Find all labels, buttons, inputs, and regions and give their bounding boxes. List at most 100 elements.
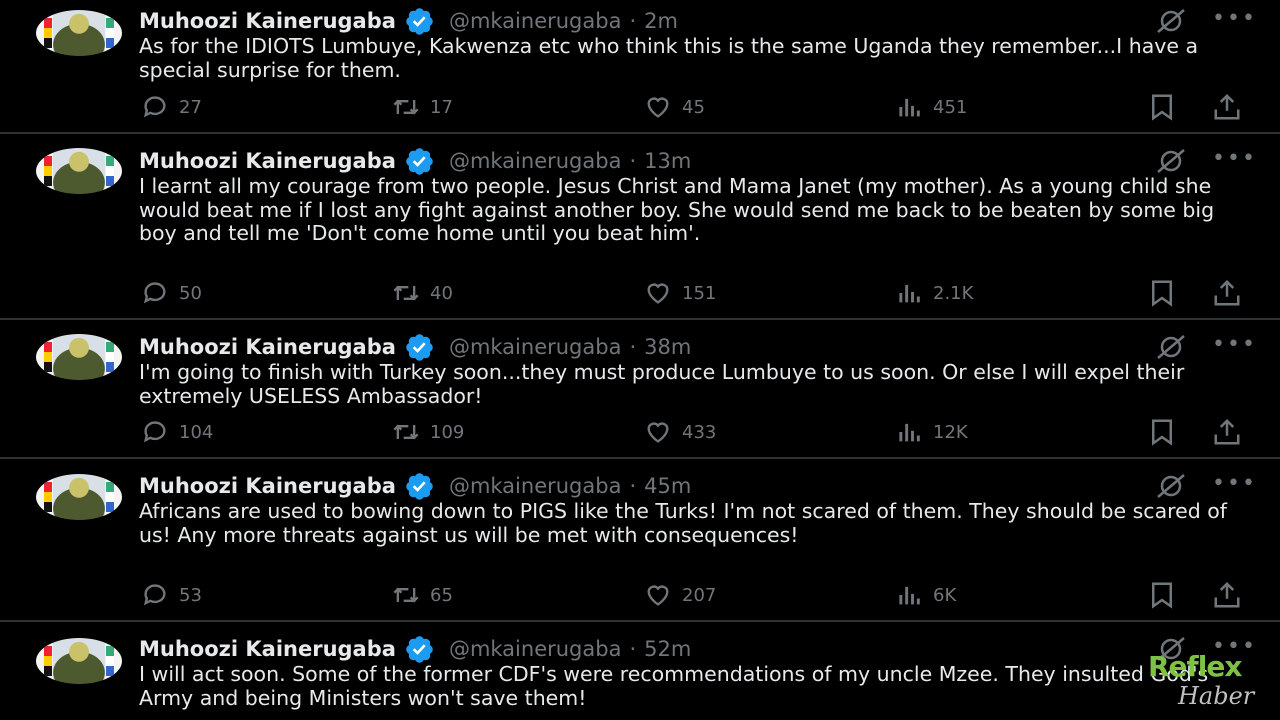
grok-icon[interactable] — [1154, 8, 1188, 34]
reply-count: 27 — [179, 96, 202, 118]
views-icon — [899, 98, 920, 117]
grok-icon[interactable] — [1154, 148, 1188, 174]
retweet-button[interactable]: 40 — [392, 279, 453, 307]
like-button[interactable]: 45 — [644, 93, 705, 121]
author-name[interactable]: Muhoozi Kainerugaba — [139, 335, 396, 359]
author-handle[interactable]: @mkainerugaba — [449, 637, 622, 661]
retweet-icon — [393, 587, 419, 603]
like-count: 433 — [682, 421, 717, 443]
reply-icon — [143, 584, 166, 606]
author-handle[interactable]: @mkainerugaba — [449, 335, 622, 359]
bookmark-icon — [1152, 582, 1172, 609]
views-icon — [899, 586, 920, 605]
bookmark-button[interactable] — [1147, 417, 1177, 447]
avatar[interactable] — [36, 148, 122, 194]
tweet-feed: Muhoozi Kainerugaba @mkainerugaba · 2m •… — [0, 0, 1280, 720]
tweet-actions: 27 17 45 451 — [0, 93, 1280, 121]
author-handle[interactable]: @mkainerugaba — [449, 149, 622, 173]
avatar[interactable] — [36, 474, 122, 520]
tweet[interactable]: Muhoozi Kainerugaba @mkainerugaba · 52m … — [0, 622, 1280, 720]
tweet-actions: 50 40 151 2.1K — [0, 279, 1280, 307]
retweet-count: 109 — [430, 421, 465, 443]
views-count: 12K — [933, 421, 968, 443]
tweet-text: As for the IDIOTS Lumbuye, Kakwenza etc … — [139, 34, 1199, 82]
views-button[interactable]: 2.1K — [895, 279, 973, 307]
author-name[interactable]: Muhoozi Kainerugaba — [139, 149, 396, 173]
like-count: 207 — [682, 584, 717, 606]
views-count: 2.1K — [933, 282, 974, 304]
timestamp[interactable]: 38m — [644, 335, 691, 359]
timestamp[interactable]: 52m — [644, 637, 691, 661]
like-button[interactable]: 207 — [644, 581, 716, 609]
share-button[interactable] — [1212, 580, 1242, 610]
timestamp[interactable]: 45m — [644, 474, 691, 498]
like-button[interactable]: 433 — [644, 418, 716, 446]
tweet[interactable]: Muhoozi Kainerugaba @mkainerugaba · 45m … — [0, 459, 1280, 622]
reply-button[interactable]: 27 — [141, 93, 202, 121]
tweet-header: Muhoozi Kainerugaba @mkainerugaba · 13m — [139, 146, 691, 176]
reply-button[interactable]: 50 — [141, 279, 202, 307]
retweet-count: 65 — [430, 584, 453, 606]
reply-icon — [143, 282, 166, 304]
grok-icon[interactable] — [1154, 334, 1188, 360]
retweet-button[interactable]: 109 — [392, 418, 464, 446]
bookmark-icon — [1152, 94, 1172, 121]
share-button[interactable] — [1212, 92, 1242, 122]
views-button[interactable]: 451 — [895, 93, 967, 121]
author-handle[interactable]: @mkainerugaba — [449, 9, 622, 33]
tweet-header: Muhoozi Kainerugaba @mkainerugaba · 2m — [139, 6, 678, 36]
watermark-line2: Haber — [1178, 682, 1255, 710]
views-icon — [899, 423, 920, 442]
retweet-icon — [393, 99, 419, 115]
separator: · — [629, 335, 637, 359]
bookmark-button[interactable] — [1147, 580, 1177, 610]
author-name[interactable]: Muhoozi Kainerugaba — [139, 9, 396, 33]
bookmark-button[interactable] — [1147, 278, 1177, 308]
avatar[interactable] — [36, 334, 122, 380]
more-icon[interactable]: ••• — [1212, 8, 1255, 32]
separator: · — [629, 637, 637, 661]
author-name[interactable]: Muhoozi Kainerugaba — [139, 474, 396, 498]
retweet-button[interactable]: 65 — [392, 581, 453, 609]
views-button[interactable]: 12K — [895, 418, 968, 446]
retweet-count: 17 — [430, 96, 453, 118]
watermark-line1: Reflex — [1148, 650, 1242, 683]
author-name[interactable]: Muhoozi Kainerugaba — [139, 637, 396, 661]
avatar[interactable] — [36, 10, 122, 56]
tweet[interactable]: Muhoozi Kainerugaba @mkainerugaba · 13m … — [0, 134, 1280, 320]
avatar[interactable] — [36, 638, 122, 684]
share-button[interactable] — [1212, 417, 1242, 447]
reply-button[interactable]: 104 — [141, 418, 213, 446]
like-button[interactable]: 151 — [644, 279, 716, 307]
timestamp[interactable]: 13m — [644, 149, 691, 173]
more-icon[interactable]: ••• — [1212, 334, 1255, 358]
reply-count: 53 — [179, 584, 202, 606]
tweet-text: I'm going to finish with Turkey soon...t… — [139, 360, 1185, 408]
more-icon[interactable]: ••• — [1212, 148, 1255, 172]
grok-icon[interactable] — [1154, 473, 1188, 499]
share-button[interactable] — [1212, 278, 1242, 308]
reply-count: 50 — [179, 282, 202, 304]
timestamp[interactable]: 2m — [644, 9, 678, 33]
tweet-text: I will act soon. Some of the former CDF'… — [139, 662, 1209, 710]
reply-button[interactable]: 53 — [141, 581, 202, 609]
more-icon[interactable]: ••• — [1212, 473, 1255, 497]
tweet-text: Africans are used to bowing down to PIGS… — [139, 499, 1228, 547]
verified-badge-icon — [406, 333, 433, 361]
tweet-actions: 104 109 433 12K — [0, 418, 1280, 446]
reply-icon — [143, 96, 166, 118]
views-button[interactable]: 6K — [895, 581, 956, 609]
tweet[interactable]: Muhoozi Kainerugaba @mkainerugaba · 2m •… — [0, 0, 1280, 134]
views-count: 6K — [933, 584, 957, 606]
bookmark-button[interactable] — [1147, 92, 1177, 122]
author-handle[interactable]: @mkainerugaba — [449, 474, 622, 498]
tweet-header: Muhoozi Kainerugaba @mkainerugaba · 52m — [139, 634, 691, 664]
share-icon — [1214, 279, 1240, 306]
like-icon — [647, 283, 669, 304]
tweet[interactable]: Muhoozi Kainerugaba @mkainerugaba · 38m … — [0, 320, 1280, 459]
tweet-actions: 53 65 207 6K — [0, 581, 1280, 609]
tweet-text: I learnt all my courage from two people.… — [139, 174, 1215, 245]
tweet-header: Muhoozi Kainerugaba @mkainerugaba · 38m — [139, 332, 691, 362]
reply-icon — [143, 421, 166, 443]
retweet-button[interactable]: 17 — [392, 93, 453, 121]
